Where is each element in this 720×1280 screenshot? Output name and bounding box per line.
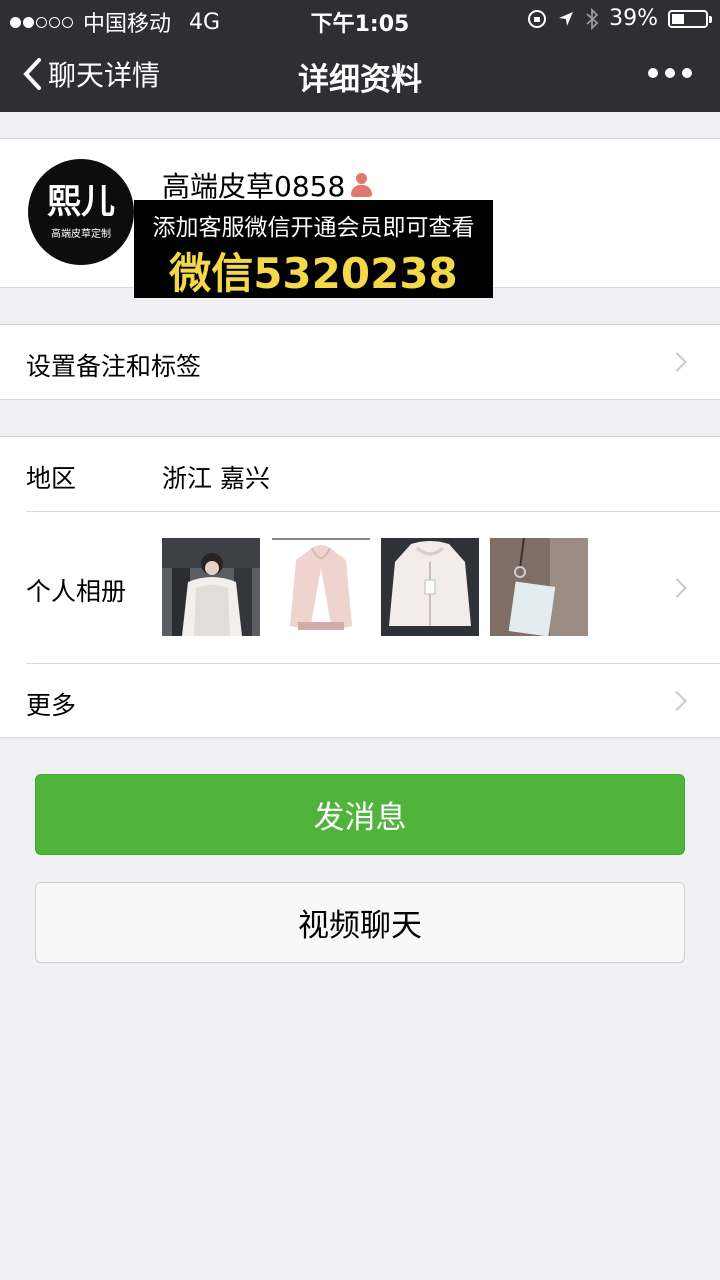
status-bar: 中国移动 4G 下午1:05 39% [0,0,720,38]
more-dots-icon[interactable] [648,68,692,78]
navigation-bar: 聊天详情 详细资料 [0,38,720,112]
overlay-line1: 添加客服微信开通会员即可查看 [152,215,475,241]
more-row[interactable]: 更多 [0,664,720,738]
female-person-icon [349,171,373,199]
album-photo[interactable] [381,538,479,636]
promo-overlay-banner: 添加客服微信开通会员即可查看 微信5320238 [134,200,493,298]
region-row: 地区 浙江 嘉兴 [0,437,720,512]
region-value: 浙江 嘉兴 [162,464,270,493]
rotation-lock-icon [528,9,547,28]
battery-percent: 39% [609,6,658,31]
album-label: 个人相册 [26,577,127,606]
region-label: 地区 [26,464,77,493]
chevron-right-icon [667,352,687,372]
overlay-line2: 微信5320238 [169,249,458,298]
avatar[interactable]: 熙儿 高端皮草定制 [28,159,134,265]
send-message-button[interactable]: 发消息 [35,774,685,855]
album-photo[interactable] [490,538,588,636]
chevron-right-icon [667,691,687,711]
avatar-subtitle: 高端皮草定制 [51,228,111,240]
page-title: 详细资料 [298,62,422,98]
more-label: 更多 [26,691,77,720]
profile-name-text: 高端皮草0858 [162,170,346,203]
remark-label: 设置备注和标签 [26,352,202,381]
bluetooth-icon [586,7,599,30]
video-call-button[interactable]: 视频聊天 [35,882,685,963]
status-right: 39% [527,6,712,31]
chevron-right-icon [667,578,687,598]
remark-row[interactable]: 设置备注和标签 [0,325,720,399]
remark-group: 设置备注和标签 [0,324,720,400]
location-arrow-icon [559,11,574,26]
album-photo[interactable] [162,538,260,636]
profile-name: 高端皮草0858 [162,165,373,205]
avatar-logo: 熙儿 [47,181,115,222]
battery-icon [668,9,712,28]
album-photo[interactable] [272,538,370,636]
